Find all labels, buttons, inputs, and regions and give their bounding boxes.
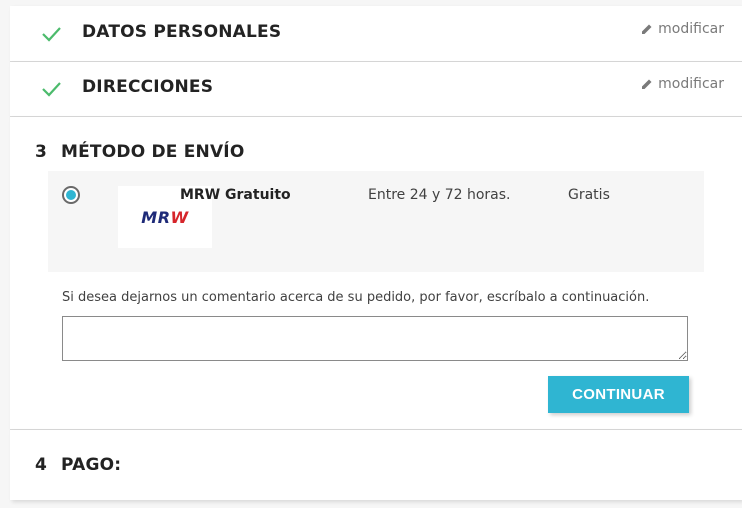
step-number-delivery: 3 (35, 142, 47, 162)
delivery-option[interactable]: MRW MRW Gratuito Entre 24 y 72 horas. Gr… (48, 171, 704, 272)
edit-personal-link[interactable]: modificar (641, 21, 724, 37)
pencil-icon (642, 79, 652, 89)
delivery-option-radio[interactable] (62, 186, 80, 204)
step-addresses: DIRECCIONES modificar (10, 62, 742, 117)
delivery-message-label: Si desea dejarnos un comentario acerca d… (62, 290, 650, 305)
checkmark-icon (42, 27, 61, 42)
edit-personal-label: modificar (658, 21, 724, 37)
continue-button[interactable]: CONTINUAR (548, 376, 689, 413)
step-payment[interactable]: 4 PAGO: (10, 430, 742, 500)
carrier-delay: Entre 24 y 72 horas. (368, 187, 511, 203)
checkmark-icon (42, 82, 61, 97)
step-delivery: 3 MÉTODO DE ENVÍO MRW MRW Gratuito Entre… (10, 117, 742, 430)
step-number-payment: 4 (35, 455, 47, 475)
step-title-delivery: MÉTODO DE ENVÍO (61, 142, 245, 162)
delivery-message-textarea[interactable] (62, 316, 688, 361)
edit-addresses-label: modificar (658, 76, 724, 92)
carrier-price: Gratis (568, 187, 610, 203)
step-title-addresses: DIRECCIONES (82, 77, 214, 97)
pencil-icon (642, 24, 652, 34)
carrier-name: MRW Gratuito (180, 187, 291, 203)
edit-addresses-link[interactable]: modificar (641, 76, 724, 92)
step-title-personal: DATOS PERSONALES (82, 22, 282, 42)
radio-selected-dot (66, 190, 76, 200)
step-title-payment: PAGO: (61, 455, 122, 475)
step-personal-information: DATOS PERSONALES modificar (10, 6, 742, 62)
